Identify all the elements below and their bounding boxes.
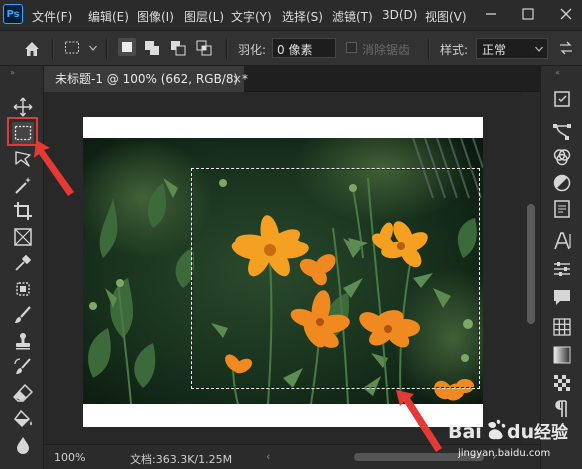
document-tab[interactable]: 未标题-1 @ 100% (662, RGB/8) * × <box>44 66 248 92</box>
menu-edit[interactable]: 编辑(E) <box>88 8 129 25</box>
subtract-from-selection-icon[interactable] <box>170 40 186 56</box>
menu-3d[interactable]: 3D(D) <box>382 8 417 22</box>
home-icon[interactable] <box>22 39 42 59</box>
menu-type[interactable]: 文字(Y) <box>231 8 272 25</box>
chevron-down-icon[interactable] <box>88 40 98 56</box>
photoshop-logo-icon: Ps <box>3 4 23 24</box>
divider <box>52 39 54 59</box>
menu-view[interactable]: 视图(V) <box>425 8 467 25</box>
character-panel-icon[interactable] <box>551 230 573 252</box>
add-to-selection-icon[interactable] <box>144 40 160 56</box>
swatches-panel-icon[interactable] <box>551 316 573 338</box>
watermark-url: jingyan.baidu.com <box>458 448 551 459</box>
spot-healing-tool-icon[interactable] <box>12 278 34 300</box>
maximize-icon[interactable] <box>518 4 538 24</box>
menu-select[interactable]: 选择(S) <box>282 8 323 25</box>
divider <box>428 39 430 59</box>
document-tab-bar: 未标题-1 @ 100% (662, RGB/8) * × <box>44 66 540 92</box>
menu-bar: Ps 文件(F) 编辑(E) 图像(I) 图层(L) 文字(Y) 选择(S) 滤… <box>0 0 582 30</box>
antialias-label: 消除锯齿 <box>362 43 411 57</box>
svg-text:du: du <box>507 421 534 443</box>
menu-image[interactable]: 图像(I) <box>137 8 174 25</box>
menu-layer[interactable]: 图层(L) <box>184 8 224 25</box>
paint-bucket-tool-icon[interactable] <box>12 408 34 430</box>
feather-input[interactable]: 0 像素 <box>272 38 336 58</box>
document-size[interactable]: 文档:363.3K/1.25M <box>130 451 232 467</box>
chevron-left-icon[interactable]: ‹ <box>266 450 270 463</box>
svg-text:经验: 经验 <box>534 422 569 443</box>
menu-file[interactable]: 文件(F) <box>32 8 72 25</box>
selection-marquee[interactable] <box>191 168 480 389</box>
style-select-value: 正常 <box>482 43 507 57</box>
blur-tool-icon[interactable] <box>12 434 34 456</box>
comments-panel-icon[interactable] <box>551 286 573 308</box>
gradients-panel-icon[interactable] <box>551 344 573 366</box>
brush-tool-icon[interactable] <box>12 304 34 326</box>
channels-panel-icon[interactable] <box>551 146 573 168</box>
feather-label: 羽化: <box>238 43 267 57</box>
svg-text:Bai: Bai <box>448 421 482 443</box>
vertical-scroll-thumb[interactable] <box>527 204 535 324</box>
properties-panel-icon[interactable] <box>551 198 573 220</box>
swap-dimensions-icon[interactable] <box>556 38 576 58</box>
close-window-icon[interactable] <box>556 4 576 24</box>
move-tool-icon[interactable] <box>12 96 34 118</box>
vertical-scrollbar[interactable] <box>522 92 540 444</box>
paragraph-settings-panel-icon[interactable] <box>551 258 573 280</box>
divider <box>106 39 108 59</box>
collapse-icon[interactable]: » <box>10 68 15 77</box>
zoom-level[interactable]: 100% <box>54 451 85 464</box>
minimize-icon[interactable] <box>481 4 501 24</box>
eraser-tool-icon[interactable] <box>12 382 34 404</box>
style-select[interactable]: 正常 <box>476 38 548 59</box>
antialias-checkbox[interactable] <box>346 42 357 53</box>
style-label: 样式: <box>440 43 469 57</box>
document-tab-title: 未标题-1 @ 100% (662, RGB/8) * <box>55 72 248 86</box>
intersect-selection-icon[interactable] <box>196 40 212 56</box>
marquee-preset-icon[interactable] <box>64 40 86 56</box>
panel-dock: « <box>540 66 582 469</box>
collapse-icon[interactable]: « <box>555 68 560 77</box>
adjustments-panel-icon[interactable] <box>551 172 573 194</box>
crop-tool-icon[interactable] <box>12 200 34 222</box>
patterns-panel-icon[interactable] <box>551 372 573 394</box>
frame-tool-icon[interactable] <box>12 226 34 248</box>
close-icon[interactable]: × <box>232 66 242 92</box>
menu-filter[interactable]: 滤镜(T) <box>332 8 373 25</box>
options-bar: 羽化: 0 像素 消除锯齿 样式: 正常 <box>0 30 582 66</box>
history-brush-tool-icon[interactable] <box>12 356 34 378</box>
divider <box>226 39 228 59</box>
history-panel-icon[interactable] <box>551 88 573 110</box>
chevron-down-icon <box>535 46 543 52</box>
paths-panel-icon[interactable] <box>551 120 573 142</box>
annotation-arrow-up-icon <box>34 140 74 196</box>
eyedropper-tool-icon[interactable] <box>12 252 34 274</box>
clone-stamp-tool-icon[interactable] <box>12 330 34 352</box>
new-selection-icon[interactable] <box>118 38 136 56</box>
